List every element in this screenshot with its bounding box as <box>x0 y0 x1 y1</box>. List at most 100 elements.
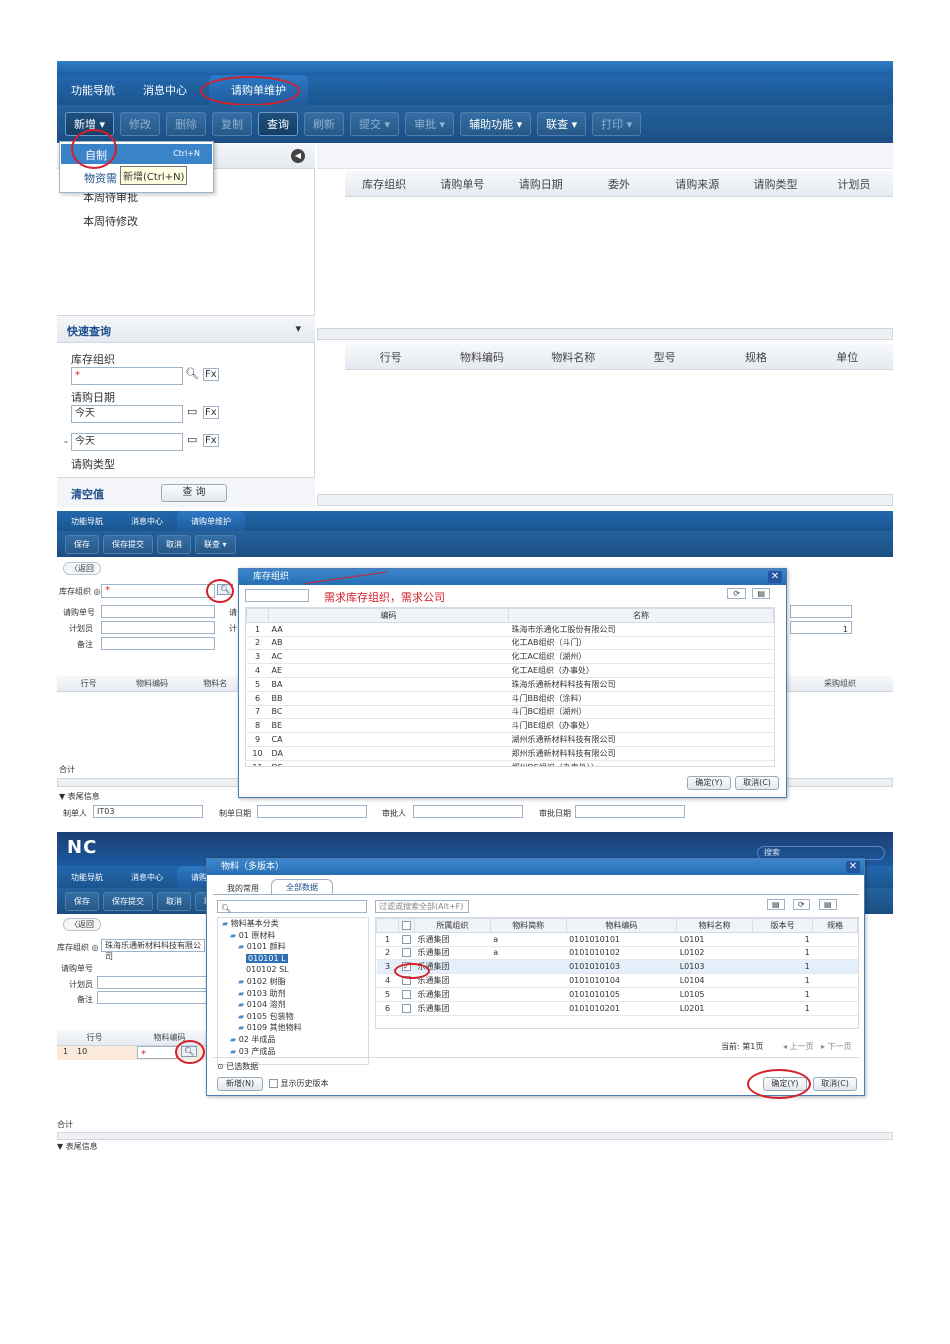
row-checkbox[interactable] <box>398 932 415 947</box>
tree-node[interactable]: ▰ 02 半成品 <box>218 1034 368 1046</box>
tree-node[interactable]: ▰ 0109 其他物料 <box>218 1022 368 1034</box>
prev-page-button[interactable]: ◂ 上一页 <box>783 1041 814 1052</box>
table-row[interactable]: 2 AB 化工AB组织（斗门） <box>246 636 774 651</box>
planner-input[interactable] <box>97 976 207 989</box>
fx-icon[interactable]: Fx <box>203 406 219 419</box>
planner-input[interactable] <box>101 621 215 634</box>
clear-button[interactable]: 清空值 <box>71 486 104 502</box>
tree-node[interactable]: ▰ 物料基本分类 <box>218 918 368 930</box>
date-to-input[interactable]: 今天 <box>71 433 183 451</box>
row-checkbox[interactable] <box>398 946 415 961</box>
col-unit[interactable]: 单位 <box>802 349 893 365</box>
col-version[interactable]: 版本号 <box>751 918 814 933</box>
dialog-search-input[interactable] <box>245 589 309 602</box>
col-stock-org[interactable]: 库存组织 <box>345 176 423 192</box>
close-icon[interactable]: ✕ <box>846 861 860 873</box>
table-row[interactable]: 7 BC 斗门BC组织（湖州） <box>246 705 774 720</box>
tab-messages[interactable]: 消息中心 <box>129 75 201 105</box>
copy-button[interactable]: 复制 <box>212 112 253 136</box>
table-row[interactable]: 5 BA 珠海乐通新材料科技有限公司 <box>246 677 774 692</box>
checkbox[interactable] <box>401 989 411 999</box>
tab-messages[interactable]: 消息中心 <box>117 511 177 531</box>
tail-info-toggle[interactable]: ▼ 表尾信息 <box>59 791 100 802</box>
col-req-no[interactable]: 请购单号 <box>423 176 501 192</box>
col-line-no[interactable]: 行号 <box>57 1032 132 1043</box>
table-row[interactable]: 3 ✓ 乐通集团 0101010103 L0103 1 <box>376 959 858 975</box>
tab-purchase-request[interactable]: 请购单维护 <box>177 511 245 531</box>
horizontal-scrollbar[interactable] <box>317 494 893 506</box>
remark-input[interactable] <box>101 637 215 650</box>
table-row[interactable]: 9 CA 湖州乐通新材料科技有限公司 <box>246 732 774 747</box>
tree-node[interactable]: ▰ 01 原材料 <box>218 930 368 942</box>
save-button[interactable]: 保存 <box>65 891 99 911</box>
link-query-button[interactable]: 联查 ▾ <box>195 534 236 554</box>
tree-node[interactable]: ▰ 0103 助剂 <box>218 988 368 1000</box>
col-short[interactable]: 物料简称 <box>489 918 567 933</box>
col-check[interactable] <box>398 918 415 933</box>
row-checkbox[interactable] <box>398 1001 415 1016</box>
checkbox[interactable] <box>401 934 411 944</box>
tree-search-input[interactable]: 🔍︎ <box>217 900 367 913</box>
tab-messages[interactable]: 消息中心 <box>117 866 177 888</box>
selected-data-toggle[interactable]: ⊙ 已选数据 <box>217 1061 258 1072</box>
date-from-input[interactable]: 今天 <box>71 405 183 423</box>
edit-button[interactable]: 修改 <box>120 112 161 136</box>
tree-node[interactable]: ▰ 0101 颜料 <box>218 941 368 953</box>
approve-date-input[interactable] <box>575 805 685 818</box>
search-icon[interactable]: 🔍︎ <box>185 367 199 380</box>
refresh-button[interactable]: 刷新 <box>304 112 345 136</box>
filter-input[interactable]: 过滤或搜索全部(Alt+F) <box>375 900 469 913</box>
export-icon[interactable]: ▤ <box>767 899 785 910</box>
next-page-button[interactable]: ▸ 下一页 <box>821 1041 852 1052</box>
save-button[interactable]: 保存 <box>65 534 99 554</box>
req-no-input[interactable] <box>101 605 215 618</box>
new-button[interactable]: 新增(N) <box>217 1077 263 1091</box>
cancel-button[interactable]: 取消 <box>157 891 191 911</box>
chevron-down-icon[interactable]: ▾ <box>295 322 301 335</box>
table-row[interactable]: 1 AA 珠海市乐通化工股份有限公司 <box>246 622 774 637</box>
back-button[interactable]: 〈返回 <box>63 918 101 931</box>
back-button[interactable]: 〈返回 <box>63 562 101 575</box>
tab-nav[interactable]: 功能导航 <box>57 75 129 105</box>
tree-node[interactable]: ▰ 0105 包装物 <box>218 1011 368 1023</box>
refresh-icon[interactable]: ⟳ <box>793 899 810 910</box>
col-material-code[interactable]: 物料编码 <box>120 678 183 689</box>
col-model[interactable]: 型号 <box>619 349 710 365</box>
approver-input[interactable] <box>413 805 523 818</box>
show-history-checkbox[interactable]: 显示历史版本 <box>269 1078 329 1089</box>
tab-all-data[interactable]: 全部数据 <box>271 879 333 895</box>
col-code[interactable]: 编码 <box>268 608 509 623</box>
query-button[interactable]: 查询 <box>258 112 299 136</box>
submit-button[interactable]: 提交 ▾ <box>350 112 400 136</box>
col-outsource[interactable]: 委外 <box>580 176 658 192</box>
maker-input[interactable]: IT03 <box>93 805 203 818</box>
col-req-date[interactable]: 请购日期 <box>502 176 580 192</box>
assist-button[interactable]: 辅助功能 ▾ <box>460 112 532 136</box>
cancel-button[interactable]: 取消(C) <box>735 776 779 790</box>
export-icon[interactable]: ▤ <box>752 588 770 599</box>
tab-nav[interactable]: 功能导航 <box>57 866 117 888</box>
col-spec[interactable]: 规格 <box>710 349 801 365</box>
table-row[interactable]: 5 乐通集团 0101010105 L0105 1 <box>376 987 858 1002</box>
link-query-button[interactable]: 联查 ▾ <box>537 112 587 136</box>
calendar-icon[interactable]: ▭ <box>187 405 197 418</box>
tree-node[interactable]: ▰ 0102 树脂 <box>218 976 368 988</box>
table-row[interactable]: 2 乐通集团 a 0101010102 L0102 1 <box>376 946 858 961</box>
col-name[interactable]: 物料名称 <box>676 918 753 933</box>
save-submit-button[interactable]: 保存提交 <box>103 534 153 554</box>
stock-org-input[interactable]: * <box>71 367 183 385</box>
tab-nav[interactable]: 功能导航 <box>57 511 117 531</box>
stock-org-input[interactable]: * <box>101 584 215 598</box>
col-req-type[interactable]: 请购类型 <box>736 176 814 192</box>
approve-button[interactable]: 审批 ▾ <box>405 112 455 136</box>
col-code[interactable]: 物料编码 <box>565 918 678 933</box>
tail-info-toggle[interactable]: ▼ 表尾信息 <box>57 1141 98 1150</box>
horizontal-scrollbar[interactable] <box>317 328 893 340</box>
table-row[interactable]: 10 DA 郑州乐通新材料科技有限公司 <box>246 746 774 761</box>
checkbox[interactable] <box>401 948 411 958</box>
list-item-pending-edit[interactable]: 本周待修改 <box>83 213 138 229</box>
row-checkbox[interactable] <box>398 987 415 1002</box>
col-line-no[interactable]: 行号 <box>345 349 436 365</box>
stock-org-input[interactable]: 珠海乐通新材料科技有限公司 <box>101 939 205 961</box>
tree-node[interactable]: ▰ 03 产成品 <box>218 1046 368 1058</box>
